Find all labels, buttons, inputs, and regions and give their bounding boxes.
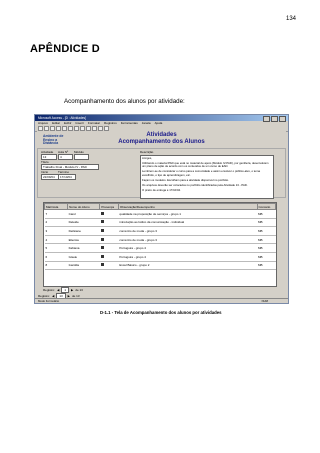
description-line: O prazo de entrega é 17/10/04. [142,187,181,192]
first-record-icon[interactable]: ◀ [57,288,59,292]
table-row[interactable]: 2 Deleide introdução ao lúdico da comuni… [44,218,276,228]
status-right: NUM [261,299,268,303]
page-number: 134 [285,16,296,22]
menu-ajuda[interactable]: Ajuda [155,121,163,126]
window-title: Microsoft Access - [D : Atividades] [38,116,87,120]
menu-janela[interactable]: Janela [142,121,151,126]
access-screenshot: Microsoft Access - [D : Atividades] Arqu… [34,114,289,304]
students-table: Matrícula Nome do Aluno Presença Observa… [43,203,276,271]
description-line: Façam os modelos. Escolham para a ativid… [142,177,229,182]
cell-name[interactable]: Ivanilda [67,261,100,271]
table-row[interactable]: 6 Gisele Português - grupo 4 MB [44,252,276,262]
presence-cell[interactable] [99,226,119,236]
presence-cell[interactable] [99,235,119,245]
presence-cell[interactable] [99,252,119,262]
inicio-field[interactable]: 22/09/04 [41,174,59,180]
subform-record-label: Registro: [43,288,56,292]
presence-checkbox[interactable] [100,228,104,232]
presence-cell[interactable] [99,209,119,219]
table-row[interactable]: 7 Carol qualidade na proposição de servi… [44,209,276,219]
cell-num[interactable]: 6 [44,252,68,262]
presence-cell[interactable] [99,218,119,228]
window-controls [263,116,286,122]
cell-obs[interactable]: qualidade na proposição de serviços - gr… [118,209,257,219]
cell-obs[interactable]: Português - grupo 4 [118,252,257,262]
cell-name[interactable]: Deleide [67,218,100,228]
table-row[interactable]: 5 Fabiana Português - grupo 4 MB [44,243,276,253]
descricao-label: Descrição [140,150,154,154]
minimize-icon[interactable] [263,116,270,122]
presence-checkbox[interactable] [100,263,104,267]
cell-name[interactable]: Elienice [67,235,100,245]
cell-grade[interactable]: MB [257,226,276,236]
intro-text: Acompanhamento dos alunos por atividade: [64,98,185,105]
cell-name[interactable]: Fabiana [67,243,100,253]
window-titlebar: Microsoft Access - [D : Atividades] [35,115,288,122]
description-line: Os arquivos deverão ser colocados no por… [142,182,248,187]
activity-panel: Atividade Aula Nº Módulo 13 4 Título Tra… [37,148,286,199]
maximize-icon[interactable] [271,116,278,122]
table-row[interactable]: 4 Elienice comércio de moda - grupo 3 MB [44,235,276,245]
cell-name[interactable]: Deilsiane [67,226,100,236]
status-bar: Modo Formulário NUM [35,298,288,303]
cell-num[interactable]: 8 [44,261,68,271]
cell-num[interactable]: 3 [44,226,68,236]
form-title: Atividades Acompanhamento dos Alunos [37,132,286,145]
cell-obs[interactable]: Excel Básico - grupo 2 [118,261,257,271]
cell-obs[interactable]: Português - grupo 4 [118,243,257,253]
termino-field[interactable]: 17/10/04 [58,174,76,180]
cell-grade[interactable]: MB [257,209,276,219]
description-field[interactable]: Amigos, Utilizando o material PAD que es… [140,155,274,199]
aula-field[interactable]: 4 [58,154,73,160]
presence-checkbox[interactable] [100,246,104,250]
figure-caption: D-1.1 - Tela de Acompanhamento dos aluno… [100,310,222,315]
cell-name[interactable]: Carol [67,209,100,219]
cell-obs[interactable]: comércio de moda - grupo 3 [118,226,257,236]
status-left: Modo Formulário [38,299,60,303]
cell-grade[interactable]: MB [257,235,276,245]
modulo-field[interactable] [74,154,89,160]
presence-cell[interactable] [99,261,119,271]
presence-checkbox[interactable] [100,220,104,224]
presence-checkbox[interactable] [100,254,104,258]
presence-checkbox[interactable] [100,237,104,241]
students-grid: Matrícula Nome do Aluno Presença Observa… [43,202,277,287]
cell-obs[interactable]: introdução ao lúdico da comunicação - in… [118,218,257,228]
description-line: Amigos, [142,156,153,160]
description-line: Utilizando o material PAD que está no ma… [142,161,269,169]
cell-obs[interactable]: comércio de moda - grupo 3 [118,235,257,245]
form-header: Ambiente de Ensino a Distância Atividade… [37,131,286,147]
presence-checkbox[interactable] [100,211,104,215]
cell-num[interactable]: 5 [44,243,68,253]
menu-ferramentas[interactable]: Ferramentas [121,121,138,126]
cell-num[interactable]: 2 [44,218,68,228]
cell-grade[interactable]: MB [257,218,276,228]
cell-name[interactable]: Gisele [67,252,100,262]
description-line: Lembrem-se de considerar o curso para a … [142,169,260,177]
subform-record-total: de 13 [75,288,83,292]
form-title-line2: Acompanhamento dos Alunos [118,138,205,145]
table-row[interactable]: 3 Deilsiane comércio de moda - grupo 3 M… [44,226,276,236]
appendix-heading: APÊNDICE D [30,43,100,55]
presence-cell[interactable] [99,243,119,253]
cell-grade[interactable]: MB [257,252,276,262]
titulo-field[interactable]: Trabalho Final - Módulo IV - PAD [41,164,99,170]
cell-num[interactable]: 4 [44,235,68,245]
next-record-icon[interactable]: ▶ [71,288,73,292]
close-icon[interactable] [279,116,286,122]
cell-grade[interactable]: MB [257,261,276,271]
table-row[interactable]: 8 Ivanilda Excel Básico - grupo 2 MB [44,261,276,271]
cell-num[interactable]: 7 [44,209,68,219]
cell-grade[interactable]: MB [257,243,276,253]
